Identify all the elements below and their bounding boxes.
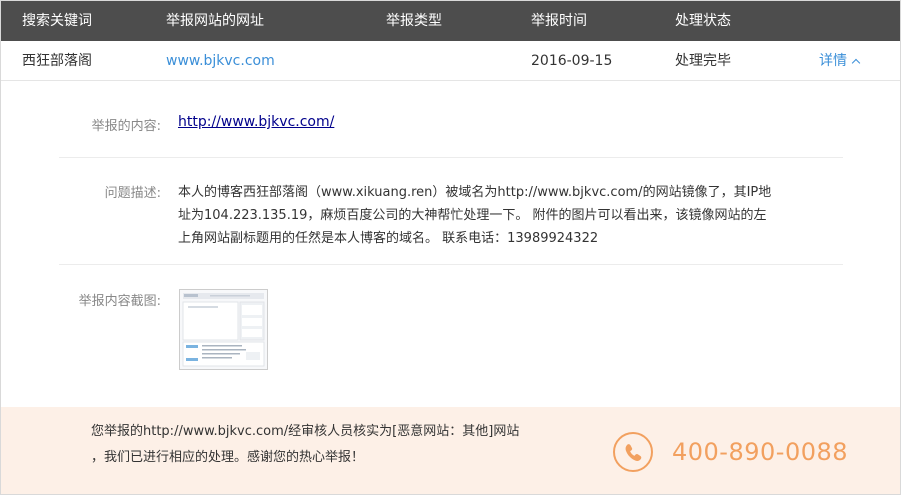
table-row: 西狂部落阁 www.bjkvc.com 2016-09-15 处理完毕 详情 [1, 41, 900, 81]
detail-toggle[interactable]: 详情 [819, 41, 861, 81]
divider [59, 157, 843, 158]
content-url-link[interactable]: http://www.bjkvc.com/ [178, 114, 334, 130]
table-header: 搜索关键词 举报网站的网址 举报类型 举报时间 处理状态 [1, 1, 900, 41]
result-notice-line-2: ，我们已进行相应的处理。感谢您的热心举报！ [91, 450, 365, 465]
report-screenshot-thumbnail[interactable] [179, 289, 268, 370]
content-label: 举报的内容: [91, 119, 161, 134]
result-notice-line-1: 您举报的http://www.bjkvc.com/经审核人员核实为[恶意网站：其… [91, 424, 520, 439]
description-text: 本人的博客西狂部落阁（www.xikuang.ren）被域名为http://ww… [178, 185, 772, 246]
header-keyword: 搜索关键词 [22, 13, 92, 29]
row-keyword: 西狂部落阁 [22, 53, 92, 69]
header-status: 处理状态 [675, 13, 731, 29]
screenshot-thumbnail-image [180, 290, 267, 369]
hotline-number: 400-890-0088 [672, 438, 849, 466]
header-type: 举报类型 [386, 13, 442, 29]
row-site-link[interactable]: www.bjkvc.com [166, 41, 275, 81]
header-time: 举报时间 [531, 13, 587, 29]
desc-label: 问题描述: [104, 186, 161, 201]
row-status: 处理完毕 [675, 53, 731, 69]
result-notice: 您举报的http://www.bjkvc.com/经审核人员核实为[恶意网站：其… [91, 419, 591, 471]
phone-icon [613, 432, 653, 472]
row-time: 2016-09-15 [531, 53, 613, 69]
report-panel: 搜索关键词 举报网站的网址 举报类型 举报时间 处理状态 西狂部落阁 www.b… [0, 0, 901, 495]
header-site: 举报网站的网址 [166, 13, 264, 29]
divider [59, 264, 843, 265]
chevron-up-icon [851, 58, 861, 68]
screenshot-label: 举报内容截图: [78, 294, 161, 309]
detail-toggle-label: 详情 [819, 53, 847, 69]
